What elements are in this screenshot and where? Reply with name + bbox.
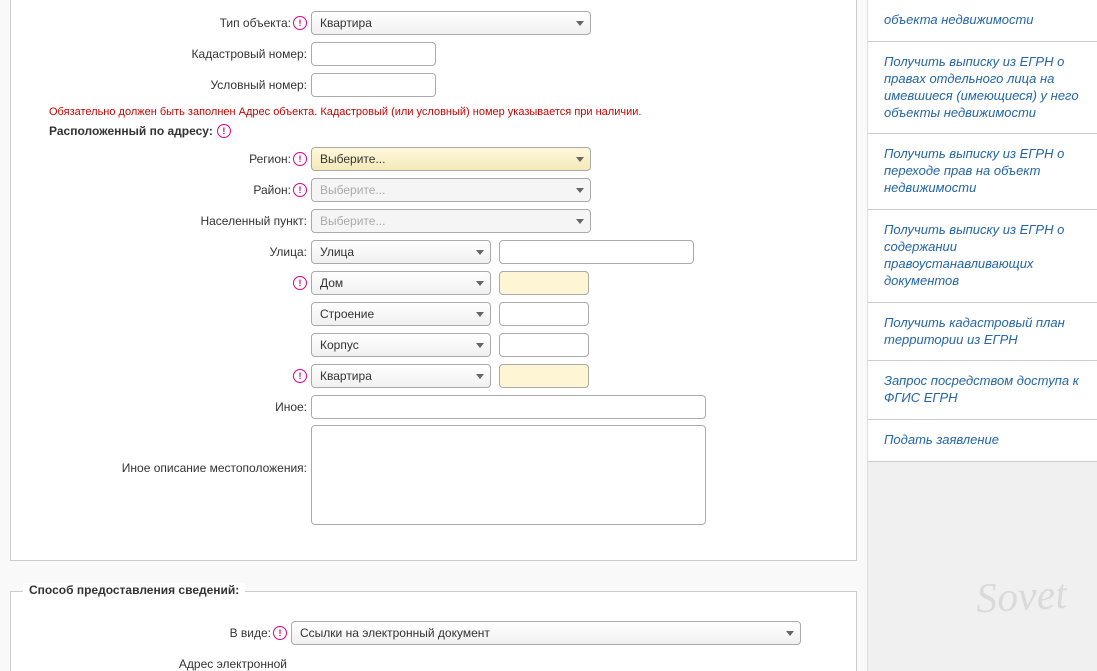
label-settlement: Населенный пункт: [200,214,307,228]
sidebar-item[interactable]: объекта недвижимости [868,0,1097,42]
cadastral-number-input[interactable] [311,42,436,66]
required-icon: ! [293,152,307,166]
settlement-select: Выберите... [311,209,591,233]
object-details-panel: Тип объекта: ! Квартира Кадастровый номе… [10,0,857,561]
flat-type-select[interactable]: Квартира [311,364,491,388]
building-input[interactable] [499,302,589,326]
label-object-type: Тип объекта: [220,16,291,30]
house-input[interactable] [499,271,589,295]
region-select[interactable]: Выберите... [311,147,591,171]
conditional-number-input[interactable] [311,73,436,97]
main-form-area: Тип объекта: ! Квартира Кадастровый номе… [0,0,867,671]
street-type-select[interactable]: Улица [311,240,491,264]
other-input[interactable] [311,395,706,419]
required-icon: ! [293,183,307,197]
chevron-down-icon [476,343,484,348]
label-form-type: В виде: [230,626,271,640]
required-icon: ! [217,124,231,138]
label-other-desc: Иное описание местоположения: [122,461,307,477]
sidebar-item[interactable]: Получить выписку из ЕГРН о переходе прав… [868,134,1097,210]
delivery-legend: Способ предоставления сведений: [23,583,245,597]
label-street: Улица: [270,245,307,259]
label-region: Регион: [249,152,291,166]
sidebar-item[interactable]: Запрос посредством доступа к ФГИС ЕГРН [868,361,1097,420]
chevron-down-icon [476,374,484,379]
object-type-select[interactable]: Квартира [311,11,591,35]
block-input[interactable] [499,333,589,357]
required-icon: ! [293,369,307,383]
sidebar-item[interactable]: Получить выписку из ЕГРН о правах отдель… [868,42,1097,135]
chevron-down-icon [476,250,484,255]
chevron-down-icon [576,188,584,193]
chevron-down-icon [576,157,584,162]
label-email: Адрес электронной [179,657,287,671]
chevron-down-icon [476,281,484,286]
sidebar-item[interactable]: Получить кадастровый план территории из … [868,303,1097,362]
flat-input[interactable] [499,364,589,388]
chevron-down-icon [576,21,584,26]
delivery-panel: Способ предоставления сведений: В виде: … [10,591,857,671]
other-desc-textarea[interactable] [311,425,706,525]
address-heading: Расположенный по адресу: ! [49,124,836,138]
building-type-select[interactable]: Строение [311,302,491,326]
label-other: Иное: [275,400,307,414]
required-icon: ! [293,16,307,30]
chevron-down-icon [576,219,584,224]
sidebar-item[interactable]: Получить выписку из ЕГРН о содержании пр… [868,210,1097,303]
house-type-select[interactable]: Дом [311,271,491,295]
required-icon: ! [293,276,307,290]
form-type-select[interactable]: Ссылки на электронный документ [291,621,801,645]
label-district: Район: [253,183,291,197]
chevron-down-icon [786,631,794,636]
chevron-down-icon [476,312,484,317]
address-note: Обязательно должен быть заполнен Адрес о… [49,106,836,118]
label-conditional-number: Условный номер: [210,78,307,92]
street-input[interactable] [499,240,694,264]
sidebar-item[interactable]: Подать заявление [868,420,1097,462]
required-icon: ! [273,626,287,640]
district-select: Выберите... [311,178,591,202]
label-cadastral-number: Кадастровый номер: [192,47,307,61]
sidebar: объекта недвижимости Получить выписку из… [867,0,1097,671]
block-type-select[interactable]: Корпус [311,333,491,357]
